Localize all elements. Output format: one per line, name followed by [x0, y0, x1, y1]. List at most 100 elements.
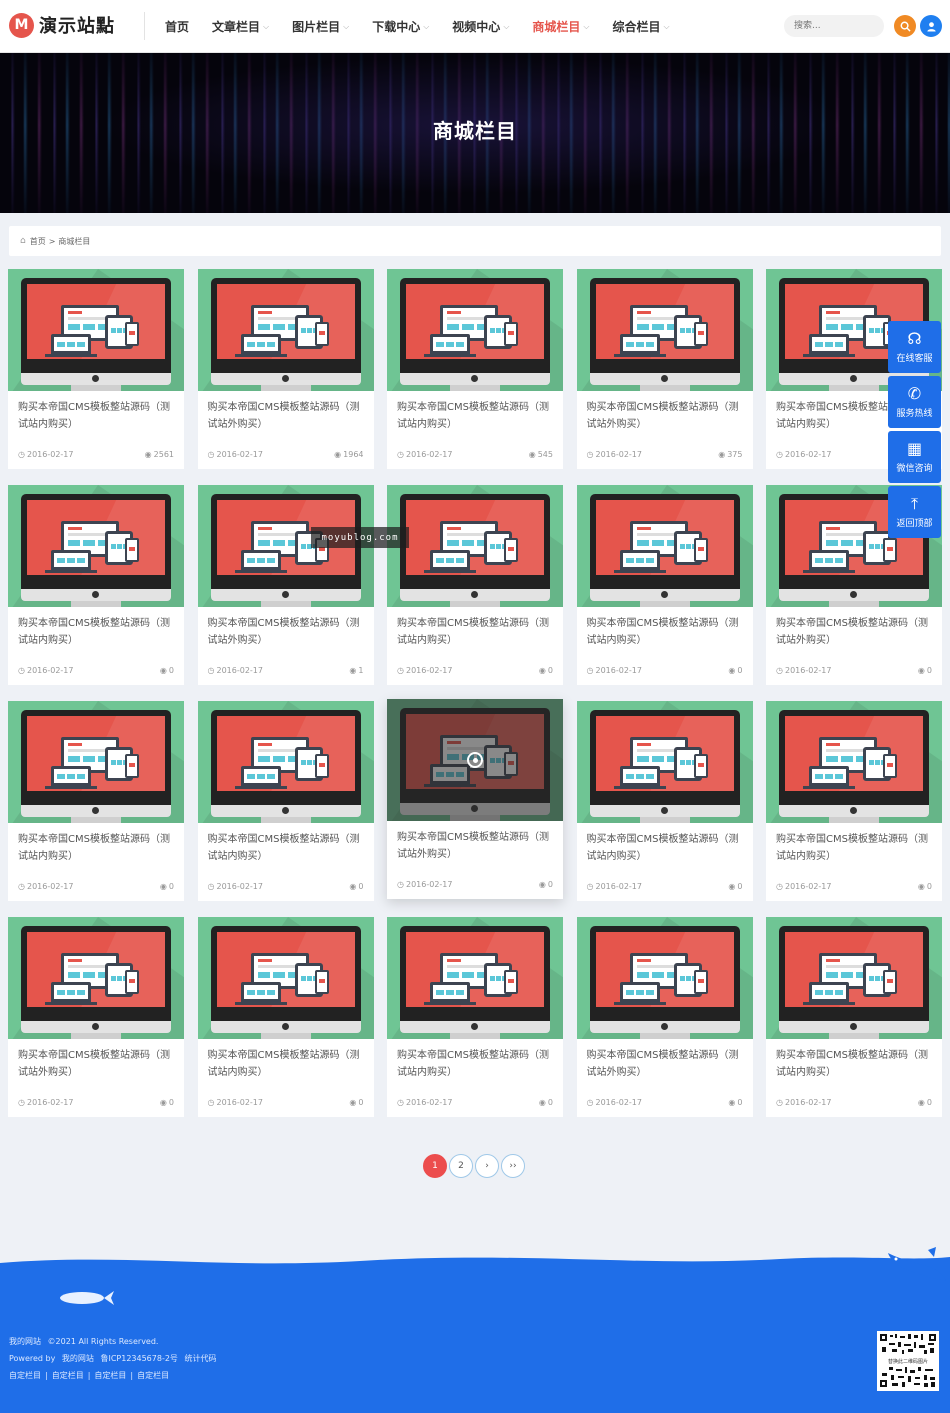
product-views-wrap: ◉ 545 [529, 450, 553, 459]
product-card[interactable]: 购买本帝国CMS模板整站源码（测试站内购买） ◷ 2016-02-17 ◉ 0 [197, 701, 374, 901]
laptop-base [45, 570, 97, 573]
nav-item-1[interactable]: 文章栏目 ⌵ [212, 18, 269, 35]
side-button-3[interactable]: ⤒ 返回顶部 [888, 486, 941, 538]
product-title[interactable]: 购买本帝国CMS模板整站源码（测试站内购买） [776, 831, 936, 865]
product-card[interactable]: 购买本帝国CMS模板整站源码（测试站外购买） ◷ 2016-02-17 ◉ 0 [387, 699, 563, 899]
nav-item-0[interactable]: 首页 [165, 18, 189, 35]
side-button-1[interactable]: ✆ 服务热线 [888, 376, 941, 428]
search-button[interactable] [894, 15, 916, 37]
product-meta: ◷ 2016-02-17 ◉ 0 [587, 666, 743, 675]
product-thumbnail[interactable] [576, 917, 753, 1039]
breadcrumb-current[interactable]: 商城栏目 [58, 236, 90, 247]
product-meta: ◷ 2016-02-17 ◉ 0 [18, 666, 174, 675]
product-card[interactable]: 购买本帝国CMS模板整站源码（测试站内购买） ◷ 2016-02-17 ◉ 0 [387, 485, 563, 685]
product-title[interactable]: 购买本帝国CMS模板整站源码（测试站内购买） [397, 1047, 557, 1081]
footer-link[interactable]: 自定栏目 [94, 1371, 126, 1380]
product-title[interactable]: 购买本帝国CMS模板整站源码（测试站内购买） [587, 831, 747, 865]
product-title[interactable]: 购买本帝国CMS模板整站源码（测试站外购买） [208, 615, 368, 649]
breadcrumb-home-link[interactable]: 首页 [30, 236, 46, 247]
product-card[interactable]: 购买本帝国CMS模板整站源码（测试站外购买） ◷ 2016-02-17 ◉ 1 [197, 485, 374, 685]
monitor-screen [406, 500, 544, 575]
nav-item-4[interactable]: 视频中心 ⌵ [452, 18, 509, 35]
product-title[interactable]: 购买本帝国CMS模板整站源码（测试站内购买） [208, 831, 368, 865]
monitor-illustration [21, 278, 171, 373]
product-title[interactable]: 购买本帝国CMS模板整站源码（测试站内购买） [18, 399, 178, 433]
monitor-illustration [210, 926, 361, 1021]
last-page-button[interactable]: ›› [501, 1154, 525, 1178]
product-card[interactable]: 购买本帝国CMS模板整站源码（测试站外购买） ◷ 2016-02-17 ◉ 0 [576, 917, 753, 1117]
product-thumbnail[interactable] [576, 269, 753, 391]
product-title[interactable]: 购买本帝国CMS模板整站源码（测试站外购买） [18, 1047, 178, 1081]
product-date: 2016-02-17 [595, 450, 642, 459]
clock-icon: ◷ [397, 1098, 404, 1107]
product-thumbnail[interactable] [576, 485, 753, 607]
product-card[interactable]: 购买本帝国CMS模板整站源码（测试站内购买） ◷ 2016-02-17 ◉ 0 [766, 701, 942, 901]
product-title[interactable]: 购买本帝国CMS模板整站源码（测试站内购买） [587, 615, 747, 649]
nav-item-2[interactable]: 图片栏目 ⌵ [292, 18, 349, 35]
laptop-device-icon [430, 550, 470, 570]
view-icon [467, 752, 483, 768]
footer-site-name[interactable]: 我的网站 [9, 1337, 41, 1346]
footer-link[interactable]: 自定栏目 [137, 1371, 169, 1380]
product-thumbnail[interactable] [387, 699, 563, 821]
product-date-wrap: ◷ 2016-02-17 [208, 450, 263, 459]
product-card[interactable]: 购买本帝国CMS模板整站源码（测试站内购买） ◷ 2016-02-17 ◉ 0 [576, 701, 753, 901]
product-card[interactable]: 购买本帝国CMS模板整站源码（测试站内购买） ◷ 2016-02-17 ◉ 0 [387, 917, 563, 1117]
product-title[interactable]: 购买本帝国CMS模板整站源码（测试站外购买） [776, 615, 936, 649]
nav-item-6[interactable]: 综合栏目 ⌵ [612, 18, 669, 35]
product-title[interactable]: 购买本帝国CMS模板整站源码（测试站内购买） [208, 1047, 368, 1081]
product-thumbnail[interactable] [8, 485, 184, 607]
eye-icon: ◉ [728, 882, 736, 891]
product-thumbnail[interactable] [8, 269, 184, 391]
product-title[interactable]: 购买本帝国CMS模板整站源码（测试站外购买） [587, 1047, 747, 1081]
footer-icp[interactable]: 鲁ICP12345678-2号 [100, 1354, 177, 1363]
product-title[interactable]: 购买本帝国CMS模板整站源码（测试站外购买） [397, 829, 557, 863]
chevron-down-icon: ⌵ [503, 21, 510, 31]
product-thumbnail[interactable] [197, 701, 374, 823]
product-card[interactable]: 购买本帝国CMS模板整站源码（测试站外购买） ◷ 2016-02-17 ◉ 0 [8, 917, 184, 1117]
site-logo[interactable]: M 演示站點 [9, 12, 115, 38]
product-title[interactable]: 购买本帝国CMS模板整站源码（测试站内购买） [18, 615, 178, 649]
product-title[interactable]: 购买本帝国CMS模板整站源码（测试站内购买） [397, 399, 557, 433]
product-title[interactable]: 购买本帝国CMS模板整站源码（测试站内购买） [397, 615, 557, 649]
product-card[interactable]: 购买本帝国CMS模板整站源码（测试站内购买） ◷ 2016-02-17 ◉ 0 [8, 485, 184, 685]
apple-logo-icon [660, 591, 668, 598]
nav-item-5[interactable]: 商城栏目 ⌵ [532, 18, 589, 35]
footer-link[interactable]: 自定栏目 [52, 1371, 84, 1380]
product-card[interactable]: 购买本帝国CMS模板整站源码（测试站内购买） ◷ 2016-02-17 ◉ 0 [197, 917, 374, 1117]
user-button[interactable] [920, 15, 942, 37]
product-thumbnail[interactable] [197, 917, 374, 1039]
product-thumbnail[interactable] [387, 485, 563, 607]
product-thumbnail[interactable] [387, 917, 563, 1039]
laptop-base [234, 354, 287, 357]
footer-powered-site[interactable]: 我的网站 [62, 1354, 94, 1363]
footer-link[interactable]: 自定栏目 [9, 1371, 41, 1380]
product-thumbnail[interactable] [8, 701, 184, 823]
product-thumbnail[interactable] [387, 269, 563, 391]
product-card[interactable]: 购买本帝国CMS模板整站源码（测试站外购买） ◷ 2016-02-17 ◉ 375 [576, 269, 753, 469]
product-card[interactable]: 购买本帝国CMS模板整站源码（测试站外购买） ◷ 2016-02-17 ◉ 1964 [197, 269, 374, 469]
product-thumbnail[interactable] [766, 701, 942, 823]
product-title[interactable]: 购买本帝国CMS模板整站源码（测试站外购买） [587, 399, 747, 433]
product-thumbnail[interactable] [766, 917, 942, 1039]
product-thumbnail[interactable] [8, 917, 184, 1039]
product-title[interactable]: 购买本帝国CMS模板整站源码（测试站内购买） [18, 831, 178, 865]
product-title[interactable]: 购买本帝国CMS模板整站源码（测试站外购买） [208, 399, 368, 433]
side-button-0[interactable]: ☊ 在线客服 [888, 321, 941, 373]
product-title[interactable]: 购买本帝国CMS模板整站源码（测试站内购买） [776, 1047, 936, 1081]
product-card[interactable]: 购买本帝国CMS模板整站源码（测试站内购买） ◷ 2016-02-17 ◉ 2561 [8, 269, 184, 469]
product-card[interactable]: 购买本帝国CMS模板整站源码（测试站内购买） ◷ 2016-02-17 ◉ 0 [766, 917, 942, 1117]
search-input[interactable] [784, 15, 884, 37]
product-card[interactable]: 购买本帝国CMS模板整站源码（测试站内购买） ◷ 2016-02-17 ◉ 545 [387, 269, 563, 469]
page-button-1[interactable]: 1 [423, 1154, 447, 1178]
product-card[interactable]: 购买本帝国CMS模板整站源码（测试站内购买） ◷ 2016-02-17 ◉ 0 [576, 485, 753, 685]
phone-device-icon [125, 754, 139, 778]
product-card[interactable]: 购买本帝国CMS模板整站源码（测试站内购买） ◷ 2016-02-17 ◉ 0 [8, 701, 184, 901]
next-page-button[interactable]: › [475, 1154, 499, 1178]
product-thumbnail[interactable] [197, 269, 374, 391]
product-thumbnail[interactable] [576, 701, 753, 823]
eye-icon: ◉ [538, 666, 546, 675]
side-button-2[interactable]: ▦ 微信咨询 [888, 431, 941, 483]
page-button-2[interactable]: 2 [449, 1154, 473, 1178]
nav-item-3[interactable]: 下载中心 ⌵ [372, 18, 429, 35]
